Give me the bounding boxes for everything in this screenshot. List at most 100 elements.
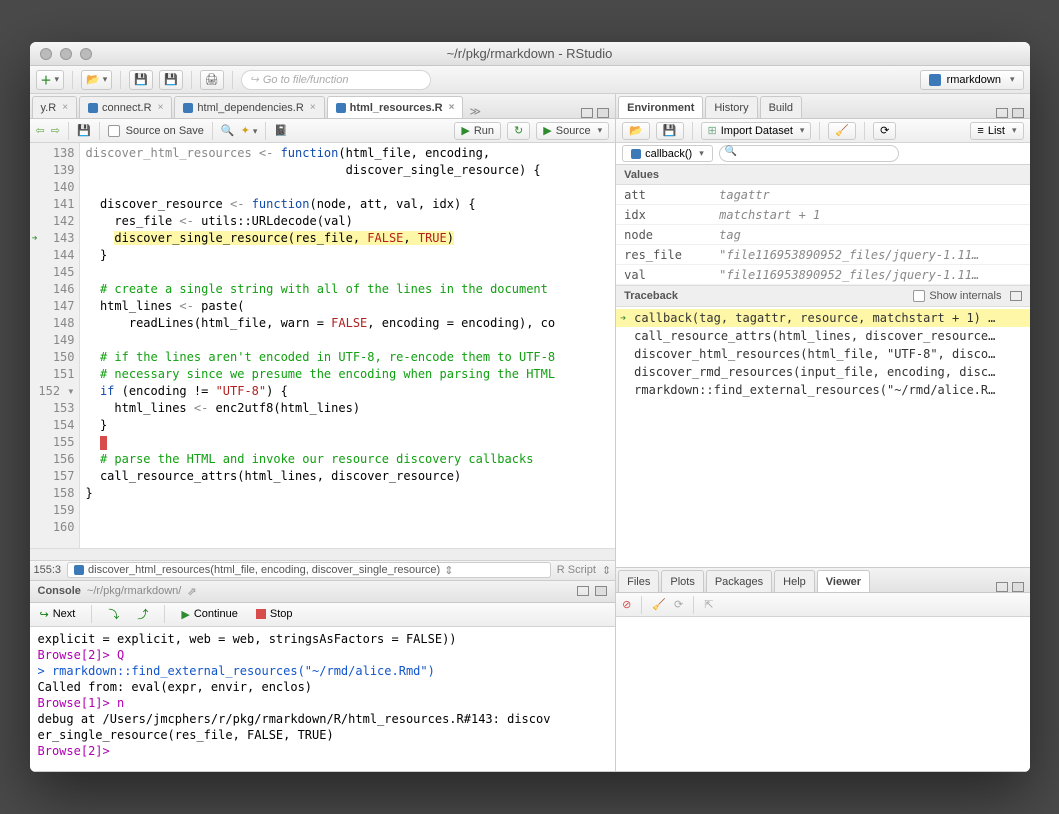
tab-viewer[interactable]: Viewer bbox=[817, 570, 870, 592]
save-button[interactable] bbox=[129, 70, 153, 90]
load-workspace-button[interactable]: 📂 bbox=[622, 122, 650, 140]
maximize-pane-icon[interactable] bbox=[597, 108, 609, 118]
import-icon: ⊞ bbox=[708, 124, 717, 137]
traceback-frame[interactable]: discover_html_resources(html_file, "UTF-… bbox=[616, 345, 1029, 363]
code-area[interactable]: discover_html_resources <- function(html… bbox=[80, 143, 616, 548]
source-tab[interactable]: html_resources.R× bbox=[327, 96, 464, 118]
collapse-traceback-icon[interactable] bbox=[1010, 291, 1022, 301]
debug-stop-button[interactable]: Stop bbox=[252, 606, 297, 622]
step-out-button[interactable]: ⤴ bbox=[133, 604, 152, 624]
source-tab[interactable]: connect.R× bbox=[79, 96, 172, 118]
source-on-save-checkbox[interactable] bbox=[108, 125, 120, 137]
tab-help[interactable]: Help bbox=[774, 570, 815, 592]
traceback-frame[interactable]: call_resource_attrs(html_lines, discover… bbox=[616, 327, 1029, 345]
function-navigator[interactable]: discover_html_resources(html_file, encod… bbox=[67, 562, 551, 578]
clear-workspace-button[interactable]: 🧹 bbox=[828, 122, 856, 140]
close-icon[interactable]: × bbox=[449, 102, 455, 113]
line-number-gutter[interactable]: 138139140141142➔143144145146147148149150… bbox=[30, 143, 80, 548]
print-button[interactable]: 🖨 bbox=[200, 70, 224, 90]
import-dataset-button[interactable]: ⊞Import Dataset bbox=[701, 122, 812, 140]
debug-toolbar: ↪Next ⤵ ⤴ ▶Continue Stop bbox=[30, 603, 616, 627]
refresh-icon: ⟳ bbox=[880, 124, 889, 137]
maximize-pane-icon[interactable] bbox=[595, 586, 607, 596]
source-statusbar: 155:3 discover_html_resources(html_file,… bbox=[30, 560, 616, 580]
console-working-dir: ~/r/pkg/rmarkdown/ bbox=[87, 585, 181, 597]
minimize-pane-icon[interactable] bbox=[577, 586, 589, 596]
maximize-pane-icon[interactable] bbox=[1012, 582, 1024, 592]
code-tools-button[interactable]: ✦ bbox=[241, 124, 258, 137]
show-internals-checkbox[interactable]: Show internals bbox=[913, 290, 1001, 302]
close-icon[interactable]: × bbox=[310, 102, 316, 113]
new-file-button[interactable]: ＋ bbox=[36, 70, 65, 90]
rerun-button[interactable] bbox=[507, 122, 530, 140]
env-variable-row[interactable]: atttagattr bbox=[616, 185, 1029, 205]
goto-file-function-input[interactable]: ↪ Go to file/function bbox=[241, 70, 431, 90]
notebook-icon[interactable]: 📓 bbox=[274, 124, 288, 137]
tab-plots[interactable]: Plots bbox=[661, 570, 703, 592]
code-editor[interactable]: 138139140141142➔143144145146147148149150… bbox=[30, 143, 616, 548]
values-section-header: Values bbox=[616, 165, 1029, 185]
right-column: Environment History Build 📂 ⊞Import Data… bbox=[616, 94, 1029, 772]
tab-history[interactable]: History bbox=[705, 96, 757, 118]
tab-files[interactable]: Files bbox=[618, 570, 659, 592]
remove-viewer-icon[interactable]: ⊘ bbox=[622, 598, 631, 611]
tab-packages[interactable]: Packages bbox=[706, 570, 772, 592]
save-all-button[interactable]: 💾 bbox=[159, 70, 183, 90]
save-workspace-button[interactable] bbox=[656, 122, 684, 140]
cursor-position: 155:3 bbox=[34, 564, 62, 576]
goto-dir-icon[interactable]: ⇗ bbox=[187, 585, 196, 598]
env-variable-row[interactable]: idxmatchstart + 1 bbox=[616, 205, 1029, 225]
view-mode-button[interactable]: ≡List bbox=[970, 122, 1023, 140]
popout-viewer-icon[interactable]: ⇱ bbox=[704, 598, 713, 611]
minimize-pane-icon[interactable] bbox=[996, 108, 1008, 118]
env-toolbar: 📂 ⊞Import Dataset 🧹 ⟳ ≡List bbox=[616, 119, 1029, 143]
save-all-icon: 💾 bbox=[164, 73, 178, 86]
open-file-button[interactable]: 📂 bbox=[81, 70, 112, 90]
nav-back-icon[interactable] bbox=[36, 124, 45, 137]
r-file-icon bbox=[88, 103, 98, 113]
left-column: y.R× connect.R× html_dependencies.R× htm… bbox=[30, 94, 617, 772]
run-button[interactable]: Run bbox=[454, 122, 501, 140]
save-file-icon[interactable] bbox=[77, 124, 91, 137]
minimize-pane-icon[interactable] bbox=[581, 108, 593, 118]
debug-next-button[interactable]: ↪Next bbox=[36, 606, 80, 623]
tab-environment[interactable]: Environment bbox=[618, 96, 703, 118]
traceback-frame[interactable]: discover_rmd_resources(input_file, encod… bbox=[616, 363, 1029, 381]
rerun-icon bbox=[514, 124, 523, 137]
close-icon[interactable]: × bbox=[62, 102, 68, 113]
environment-scope-dropdown[interactable]: callback() bbox=[622, 145, 713, 162]
folder-open-icon: 📂 bbox=[86, 73, 100, 86]
environment-search-input[interactable] bbox=[719, 145, 899, 162]
project-menu-button[interactable]: rmarkdown bbox=[920, 70, 1024, 90]
env-variable-row[interactable]: val"file116953890952_files/jquery-1.11… bbox=[616, 265, 1029, 285]
refresh-env-button[interactable]: ⟳ bbox=[873, 122, 896, 140]
console-output[interactable]: explicit = explicit, web = web, stringsA… bbox=[30, 627, 616, 771]
step-into-button[interactable]: ⤵ bbox=[104, 604, 123, 624]
titlebar: ~/r/pkg/rmarkdown - RStudio bbox=[30, 42, 1030, 66]
traceback-frame[interactable]: rmarkdown::find_external_resources("~/rm… bbox=[616, 381, 1029, 399]
source-toolbar: Source on Save ✦ 📓 Run Source bbox=[30, 119, 616, 143]
source-tab[interactable]: y.R× bbox=[32, 96, 78, 118]
env-variable-row[interactable]: nodetag bbox=[616, 225, 1029, 245]
source-button[interactable]: Source bbox=[536, 122, 609, 140]
tab-build[interactable]: Build bbox=[760, 96, 802, 118]
clear-viewer-icon[interactable]: 🧹 bbox=[652, 598, 666, 611]
close-icon[interactable]: × bbox=[158, 102, 164, 113]
traceback-frame[interactable]: ➔callback(tag, tagattr, resource, matchs… bbox=[616, 309, 1029, 327]
horizontal-scrollbar[interactable] bbox=[30, 548, 616, 560]
maximize-pane-icon[interactable] bbox=[1012, 108, 1024, 118]
find-icon[interactable] bbox=[221, 124, 235, 137]
debug-continue-button[interactable]: ▶Continue bbox=[177, 606, 242, 623]
save-icon bbox=[134, 73, 148, 86]
env-variable-row[interactable]: res_file"file116953890952_files/jquery-1… bbox=[616, 245, 1029, 265]
file-type-label[interactable]: R Script bbox=[557, 564, 596, 576]
more-tabs-button[interactable]: ≫ bbox=[463, 105, 487, 118]
nav-forward-icon[interactable] bbox=[51, 124, 60, 137]
list-icon: ≡ bbox=[977, 125, 983, 137]
refresh-viewer-icon[interactable]: ⟳ bbox=[674, 598, 683, 611]
source-tabstrip: y.R× connect.R× html_dependencies.R× htm… bbox=[30, 94, 616, 119]
goto-arrow-icon: ↪ bbox=[250, 73, 259, 86]
minimize-pane-icon[interactable] bbox=[996, 582, 1008, 592]
source-tab[interactable]: html_dependencies.R× bbox=[174, 96, 324, 118]
function-icon bbox=[74, 565, 84, 575]
